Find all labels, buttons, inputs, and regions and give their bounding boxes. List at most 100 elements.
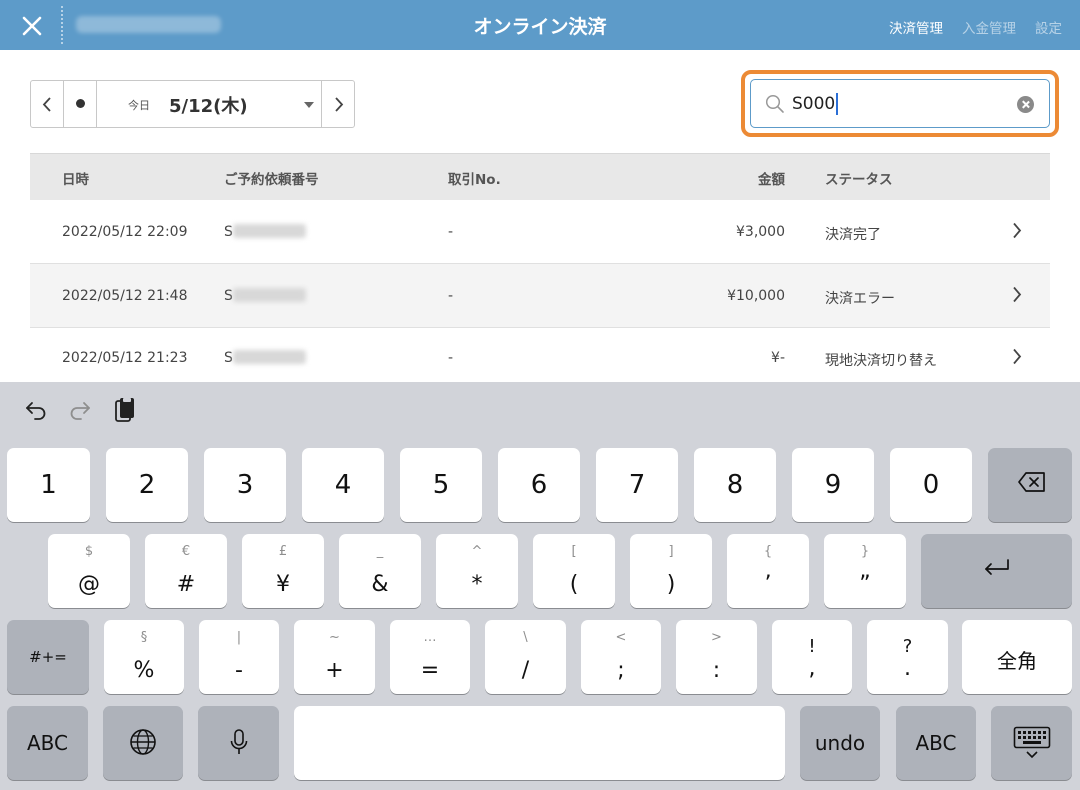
key-comma[interactable]: !, [772, 620, 852, 694]
key-7[interactable]: 7 [596, 448, 678, 522]
key-apostrophe[interactable]: {’ [727, 534, 809, 608]
globe-key[interactable] [103, 706, 183, 780]
key-6[interactable]: 6 [498, 448, 580, 522]
key-sublabel: } [860, 544, 870, 559]
key-slash[interactable]: \ / [485, 620, 566, 694]
booking-number-blurred [233, 224, 306, 238]
key-label: 3 [236, 470, 254, 500]
cell-datetime: 2022/05/12 21:48 [62, 288, 188, 304]
key-semicolon[interactable]: <; [581, 620, 661, 694]
col-status: ステータス [825, 172, 893, 188]
key-8[interactable]: 8 [694, 448, 776, 522]
key-sublabel: ? [902, 636, 913, 657]
key-sublabel: ! [808, 636, 816, 657]
key-sublabel: ] [668, 544, 674, 559]
table-row[interactable]: 2022/05/12 22:09 S - ¥3,000 決済完了 [30, 200, 1050, 264]
redo-icon[interactable] [68, 398, 92, 422]
key-sublabel: § [140, 630, 148, 645]
key-sublabel: € [181, 544, 191, 559]
key-5[interactable]: 5 [400, 448, 482, 522]
nav-settings[interactable]: 設定 [1035, 17, 1062, 37]
booking-number-blurred [233, 288, 306, 302]
key-ampersand[interactable]: _ & [339, 534, 421, 608]
cell-datetime: 2022/05/12 21:23 [62, 350, 188, 366]
key-close-paren[interactable]: ]) [630, 534, 712, 608]
key-label: : [712, 658, 721, 683]
date-navigator: 今日 5/12(木) [30, 80, 355, 128]
key-label: * [471, 572, 483, 597]
key-label: & [371, 572, 389, 597]
key-asterisk[interactable]: ^ * [436, 534, 518, 608]
col-datetime: 日時 [62, 172, 89, 188]
undo-icon[interactable] [24, 398, 48, 422]
cell-transaction-no: - [448, 350, 454, 366]
return-icon [985, 559, 1009, 575]
key-label: 2 [138, 470, 156, 500]
key-sublabel: … [423, 630, 437, 645]
microphone-key[interactable] [198, 706, 279, 780]
key-yen[interactable]: £ ¥ [242, 534, 324, 608]
key-9[interactable]: 9 [792, 448, 874, 522]
space-key[interactable] [294, 706, 785, 780]
key-sublabel: ^ [471, 544, 483, 559]
booking-number-blurred [233, 350, 306, 364]
delete-key[interactable] [988, 448, 1072, 522]
prev-day-button[interactable] [31, 81, 64, 127]
table-header: 日時 ご予約依頼番号 取引No. 金額 ステータス [30, 153, 1050, 200]
key-label: 4 [334, 470, 352, 500]
key-sublabel: £ [278, 544, 288, 559]
key-plus[interactable]: ~ + [294, 620, 375, 694]
paste-icon[interactable] [113, 396, 137, 424]
return-key[interactable] [921, 534, 1072, 608]
key-1[interactable]: 1 [7, 448, 90, 522]
key-sublabel: \ [523, 630, 528, 645]
delete-icon [1018, 472, 1045, 492]
key-label: ( [569, 572, 579, 597]
key-colon[interactable]: >: [676, 620, 757, 694]
key-label: ’ [764, 572, 772, 597]
key-label: / [521, 658, 530, 683]
undo-key[interactable]: undo [800, 706, 880, 780]
software-keyboard: 1 2 3 4 5 6 7 8 9 0 $ @ € # £ ¥ _ & ^ * [( ])… [0, 382, 1080, 790]
clear-search-button[interactable] [1017, 96, 1034, 113]
key-sublabel: > [711, 630, 722, 645]
table-row[interactable]: 2022/05/12 21:23 S - ¥- 現地決済切り替え [30, 328, 1050, 382]
nav-deposit-management[interactable]: 入金管理 [962, 17, 1016, 37]
nav-payment-management[interactable]: 決済管理 [889, 17, 943, 37]
hide-keyboard-icon [1013, 726, 1051, 759]
key-0[interactable]: 0 [890, 448, 972, 522]
cell-booking-prefix: S [224, 350, 233, 366]
key-label: % [133, 658, 155, 683]
date-picker[interactable]: 今日 5/12(木) [97, 81, 322, 127]
key-period[interactable]: ?. [867, 620, 948, 694]
key-4[interactable]: 4 [302, 448, 384, 522]
key-at[interactable]: $ @ [48, 534, 130, 608]
key-2[interactable]: 2 [106, 448, 188, 522]
cell-booking-prefix: S [224, 288, 233, 304]
hide-keyboard-key[interactable] [991, 706, 1072, 780]
table-row[interactable]: 2022/05/12 21:48 S - ¥10,000 決済エラー [30, 264, 1050, 328]
key-label: 9 [824, 470, 842, 500]
cell-datetime: 2022/05/12 22:09 [62, 224, 188, 240]
key-label: ) [666, 572, 676, 597]
app-header: オンライン決済 決済管理 入金管理 設定 [0, 0, 1080, 50]
key-label: # [176, 572, 196, 597]
key-percent[interactable]: §% [104, 620, 184, 694]
key-minus[interactable]: | - [199, 620, 279, 694]
key-hash[interactable]: € # [145, 534, 227, 608]
key-label: ; [617, 658, 625, 683]
key-quote[interactable]: }” [824, 534, 906, 608]
next-day-button[interactable] [322, 81, 355, 127]
search-input[interactable] [792, 91, 1012, 117]
key-3[interactable]: 3 [204, 448, 286, 522]
key-open-paren[interactable]: [( [533, 534, 615, 608]
key-equals[interactable]: … = [390, 620, 470, 694]
fullwidth-key[interactable]: 全角 [962, 620, 1072, 694]
abc-key-right[interactable]: ABC [896, 706, 976, 780]
search-box [750, 79, 1050, 128]
abc-key-left[interactable]: ABC [7, 706, 88, 780]
symbols-key[interactable]: #+= [7, 620, 89, 694]
col-booking-number: ご予約依頼番号 [224, 172, 319, 188]
current-day-button[interactable] [64, 81, 97, 127]
chevron-right-icon [1013, 222, 1022, 239]
